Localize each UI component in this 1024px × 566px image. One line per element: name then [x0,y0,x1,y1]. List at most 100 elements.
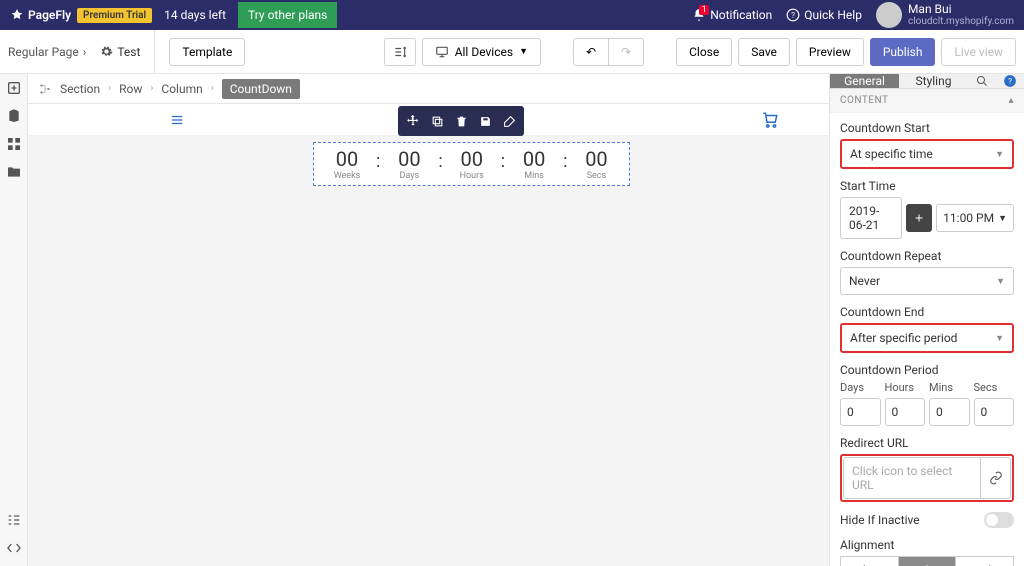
start-time-select[interactable]: 11:00 PM ▼ [936,204,1014,232]
crumb-countdown[interactable]: CountDown [222,79,300,99]
collapse-icon: ▴ [1008,95,1014,106]
move-button[interactable] [402,110,424,132]
align-center-button[interactable] [899,556,957,566]
period-mins-input[interactable]: 0 [929,398,970,426]
period-hours-input[interactable]: 0 [885,398,926,426]
period-days-label: Days [840,381,881,394]
secs-label: Secs [587,171,606,181]
undo-button[interactable]: ↶ [573,38,609,66]
canvas[interactable]: 00Weeks : 00Days : 00Hours : 00Mins : 00… [28,104,829,566]
days-label: Days [400,171,420,181]
start-date-input[interactable]: 2019-06-21 [840,197,902,239]
hide-if-inactive-label: Hide If Inactive [840,513,920,527]
period-days-input[interactable]: 0 [840,398,881,426]
redirect-url-label: Redirect URL [840,436,1014,450]
date-picker-button[interactable] [906,204,932,232]
element-toolbar [398,106,524,136]
apps-icon[interactable] [6,136,22,152]
alignment-label: Alignment [840,538,1014,552]
publish-button[interactable]: Publish [870,38,936,66]
countdown-start-select[interactable]: At specific time ▼ [840,139,1014,169]
chevron-right-icon: › [108,83,111,94]
caret-down-icon: ▼ [995,149,1004,160]
page-settings[interactable]: Test [100,45,140,59]
period-secs-label: Secs [974,381,1015,394]
select-url-button[interactable] [981,457,1011,499]
line-height-button[interactable] [384,38,416,66]
line-height-icon [393,45,407,59]
hamburger-icon[interactable] [168,113,186,127]
chevron-right-icon: › [83,45,87,59]
logo[interactable]: PageFly [10,8,71,22]
topbar: PageFly Premium Trial 14 days left Try o… [0,0,1024,30]
link-icon [989,471,1003,485]
outline-icon[interactable] [6,512,22,528]
tab-help[interactable]: ? [996,74,1024,89]
chevron-right-icon: › [150,83,153,94]
caret-down-icon: ▼ [995,333,1004,344]
quick-help-button[interactable]: ? Quick Help [786,8,862,22]
page-type-dropdown[interactable]: Regular Page › [8,45,86,59]
start-time-label: Start Time [840,179,1014,193]
chevron-right-icon: › [211,83,214,94]
live-view-button[interactable]: Live view [941,38,1016,66]
pagefly-logo-icon [10,8,24,22]
align-left-button[interactable] [840,556,899,566]
monitor-icon [435,45,449,59]
crumb-section[interactable]: Section [60,82,100,96]
help-icon: ? [1003,74,1017,88]
redirect-url-input[interactable]: Click icon to select URL [843,457,981,499]
close-button[interactable]: Close [676,38,732,66]
days-value: 00 [398,147,420,171]
content-section-header[interactable]: CONTENT ▴ [830,89,1024,113]
countdown-repeat-label: Countdown Repeat [840,249,1014,263]
notification-count: 1 [699,5,709,15]
trial-badge: Premium Trial [77,8,152,23]
crumb-row[interactable]: Row [119,82,142,96]
right-panel: General Styling ? CONTENT ▴ Countdown St… [829,74,1024,566]
align-right-button[interactable] [956,556,1014,566]
countdown-element[interactable]: 00Weeks : 00Days : 00Hours : 00Mins : 00… [313,142,630,186]
folder-icon[interactable] [6,164,22,180]
svg-text:?: ? [1008,76,1012,86]
countdown-period-label: Countdown Period [840,363,1014,377]
shopify-icon[interactable] [6,108,22,124]
try-other-plans-button[interactable]: Try other plans [238,2,337,28]
caret-down-icon: ▼ [996,276,1005,287]
gear-icon [100,45,113,58]
duplicate-button[interactable] [426,110,448,132]
crumb-column[interactable]: Column [161,82,202,96]
days-left: 14 days left [164,8,226,22]
countdown-end-select[interactable]: After specific period ▼ [840,323,1014,353]
notification-button[interactable]: 1 Notification [692,8,772,22]
tree-icon[interactable] [38,82,52,96]
tab-general[interactable]: General [830,74,899,89]
countdown-repeat-select[interactable]: Never ▼ [840,267,1014,295]
preview-button[interactable]: Preview [796,38,864,66]
breadcrumb: Section › Row › Column › CountDown [28,74,829,104]
user-menu[interactable]: Man Bui cloudclt.myshopify.com [876,2,1014,28]
undo-redo-group: ↶ ↷ [573,38,644,66]
period-secs-input[interactable]: 0 [974,398,1015,426]
canvas-wrap: Section › Row › Column › CountDown [28,74,829,566]
tab-styling[interactable]: Styling [899,74,968,89]
svg-text:?: ? [791,10,795,20]
code-icon[interactable] [6,540,22,556]
brand-name: PageFly [28,8,71,22]
tab-search[interactable] [968,74,996,89]
cart-icon[interactable] [761,111,779,129]
settings-button[interactable] [498,110,520,132]
save-element-button[interactable] [474,110,496,132]
countdown-start-label: Countdown Start [840,121,1014,135]
help-icon: ? [786,8,800,22]
add-element-icon[interactable] [6,80,22,96]
delete-button[interactable] [450,110,472,132]
save-button[interactable]: Save [738,38,790,66]
devices-dropdown[interactable]: All Devices ▼ [422,38,541,66]
hide-if-inactive-toggle[interactable] [984,512,1014,528]
hours-value: 00 [460,147,482,171]
template-button[interactable]: Template [169,38,245,66]
redo-button[interactable]: ↷ [609,38,644,66]
period-mins-label: Mins [929,381,970,394]
search-icon [976,75,988,87]
